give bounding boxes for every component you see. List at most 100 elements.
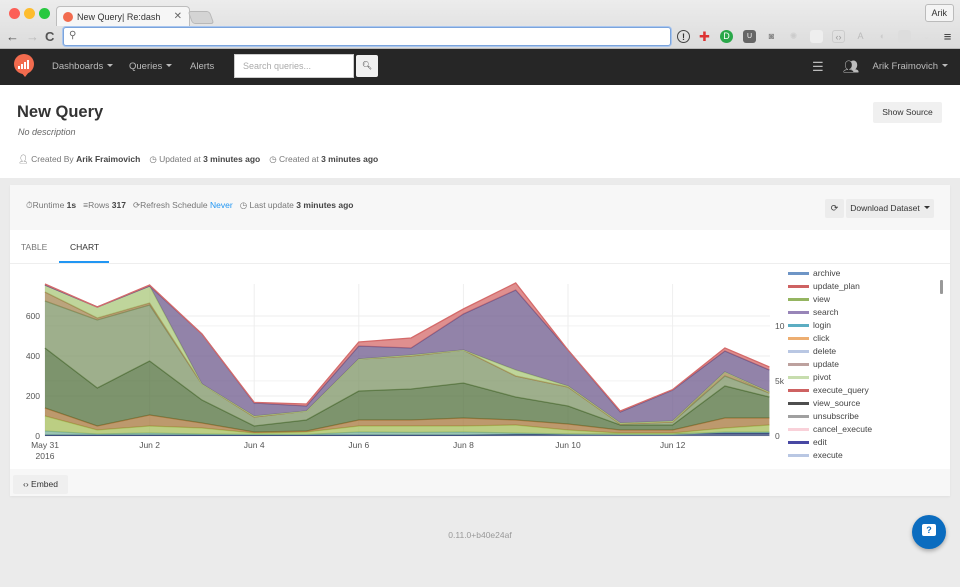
x-tick-label: Jun 2: [139, 440, 160, 450]
last-update: ◷ Last update 3 minutes ago: [239, 200, 354, 210]
legend-item[interactable]: execute: [788, 450, 843, 460]
chevron-down-icon: [942, 64, 948, 70]
legend-swatch: [788, 297, 809, 301]
search-icon: 🔍︎: [361, 61, 373, 70]
chevron-down-icon: [923, 206, 930, 212]
extension-blank-icon[interactable]: [810, 30, 823, 43]
extension-upload-icon[interactable]: [898, 30, 911, 43]
legend-item[interactable]: update_plan: [788, 281, 860, 291]
rows: ≡Rows 317: [83, 200, 126, 210]
clock-icon: ◷: [269, 154, 279, 164]
legend-swatch: [788, 271, 809, 275]
users-icon[interactable]: 👥︎: [843, 59, 860, 75]
nav-queries[interactable]: Queries: [129, 61, 173, 72]
legend-label: unsubscribe: [813, 411, 859, 421]
legend-item[interactable]: click: [788, 333, 830, 343]
legend-item[interactable]: view_source: [788, 398, 860, 408]
nav-alerts[interactable]: Alerts: [190, 61, 214, 72]
extension-circle-icon[interactable]: ◐: [876, 30, 889, 43]
browser-menu-icon[interactable]: ≡: [941, 30, 954, 43]
search-icon: ⚲: [69, 30, 77, 41]
y-right-tick-label: 0: [775, 431, 780, 441]
show-source-button[interactable]: Show Source: [873, 102, 942, 123]
extension-react-icon[interactable]: ✺: [787, 30, 800, 43]
updated-at: ◷ Updated at 3 minutes ago: [149, 154, 261, 164]
query-results-panel: ⏱︎Runtime 1s ≡Rows 317 ⟳Refresh Schedule…: [10, 185, 950, 496]
y-right-tick-label: 5k: [775, 376, 785, 386]
user-menu[interactable]: Arik Fraimovich: [873, 61, 948, 72]
legend-item[interactable]: view: [788, 294, 830, 304]
extension-cross-icon[interactable]: ✚: [698, 30, 711, 43]
back-icon[interactable]: ←: [6, 29, 19, 44]
forward-icon[interactable]: →: [26, 29, 39, 44]
maximize-window-button[interactable]: [39, 8, 50, 19]
new-tab-button[interactable]: [187, 11, 215, 24]
chevron-down-icon: [107, 64, 114, 70]
x-tick-label: Jun 6: [348, 440, 369, 450]
data-sources-icon[interactable]: ☰: [812, 59, 824, 75]
x-tick-label: Jun 12: [660, 440, 686, 450]
logo-bars-icon: [18, 60, 29, 69]
y-left-tick-label: 600: [26, 311, 40, 321]
page-title[interactable]: New Query: [17, 103, 103, 122]
legend-item[interactable]: cancel_execute: [788, 424, 872, 434]
y-left-tick-label: 400: [26, 351, 40, 361]
extension-chevron-icon[interactable]: ⌄: [920, 30, 933, 43]
visualization-tabs: TABLE CHART: [10, 230, 950, 264]
search-queries-input[interactable]: Search queries...: [234, 54, 354, 78]
extension-code-icon[interactable]: ‹›: [832, 30, 845, 43]
legend-item[interactable]: unsubscribe: [788, 411, 859, 421]
legend-item[interactable]: pivot: [788, 372, 831, 382]
legend-item[interactable]: archive: [788, 268, 840, 278]
extension-green-icon[interactable]: D: [720, 30, 733, 43]
profile-button[interactable]: Arik: [924, 4, 954, 22]
created-by: 👤︎ Created By Arik Fraimovich: [18, 154, 141, 164]
extension-shield-icon[interactable]: U: [743, 30, 756, 43]
x-tick-label: May 31 2016: [31, 440, 59, 461]
legend-label: update_plan: [813, 281, 860, 291]
redash-logo[interactable]: [14, 54, 34, 77]
search-button[interactable]: 🔍︎: [356, 55, 378, 77]
legend-scrollbar[interactable]: [940, 280, 943, 294]
address-bar[interactable]: ⚲: [63, 27, 671, 46]
download-dataset-button[interactable]: Download Dataset: [846, 199, 934, 218]
close-window-button[interactable]: [9, 8, 20, 19]
refresh-icon: ⟳: [132, 200, 141, 210]
legend-label: search: [813, 307, 839, 317]
legend-label: click: [813, 333, 830, 343]
legend-item[interactable]: search: [788, 307, 839, 317]
legend-label: execute_query: [813, 385, 869, 395]
help-button[interactable]: ?: [912, 515, 946, 549]
legend-swatch: [788, 453, 809, 457]
y-right-tick-label: 10: [775, 321, 785, 331]
minimize-window-button[interactable]: [24, 8, 35, 19]
extension-angular-icon[interactable]: A: [854, 30, 867, 43]
legend-item[interactable]: delete: [788, 346, 836, 356]
nav-dashboards[interactable]: Dashboards: [52, 61, 114, 72]
browser-tab[interactable]: New Query| Re:dash ✕: [56, 6, 190, 26]
legend-swatch: [788, 323, 809, 327]
query-description[interactable]: No description: [18, 127, 76, 137]
tab-table[interactable]: TABLE: [21, 242, 47, 252]
extension-1password-icon[interactable]: !: [677, 30, 690, 43]
x-tick-label: Jun 8: [453, 440, 474, 450]
legend-item[interactable]: login: [788, 320, 831, 330]
legend-item[interactable]: edit: [788, 437, 827, 447]
query-meta: 👤︎ Created By Arik Fraimovich ◷ Updated …: [18, 154, 378, 165]
legend-swatch: [788, 375, 809, 379]
created-at: ◷ Created at 3 minutes ago: [269, 154, 379, 164]
chart-legend: archive update_planview search login click de…: [788, 268, 938, 468]
legend-swatch: [788, 388, 809, 392]
tab-chart[interactable]: CHART: [70, 242, 99, 252]
reload-icon[interactable]: C: [45, 29, 54, 44]
refresh-button[interactable]: ⟳: [825, 199, 844, 218]
legend-item[interactable]: update: [788, 359, 839, 369]
code-icon: ‹›: [23, 479, 32, 489]
refresh-schedule-link[interactable]: Never: [210, 200, 233, 210]
close-tab-icon[interactable]: ✕: [174, 11, 182, 22]
legend-item[interactable]: execute_query: [788, 385, 869, 395]
browser-chrome: New Query| Re:dash ✕ Arik ← → C ⚲ ! ✚ D …: [0, 0, 960, 49]
tab-title: New Query| Re:dash: [77, 11, 161, 22]
extension-camera-icon[interactable]: ◙: [765, 30, 778, 43]
embed-button[interactable]: ‹› Embed: [13, 475, 68, 494]
